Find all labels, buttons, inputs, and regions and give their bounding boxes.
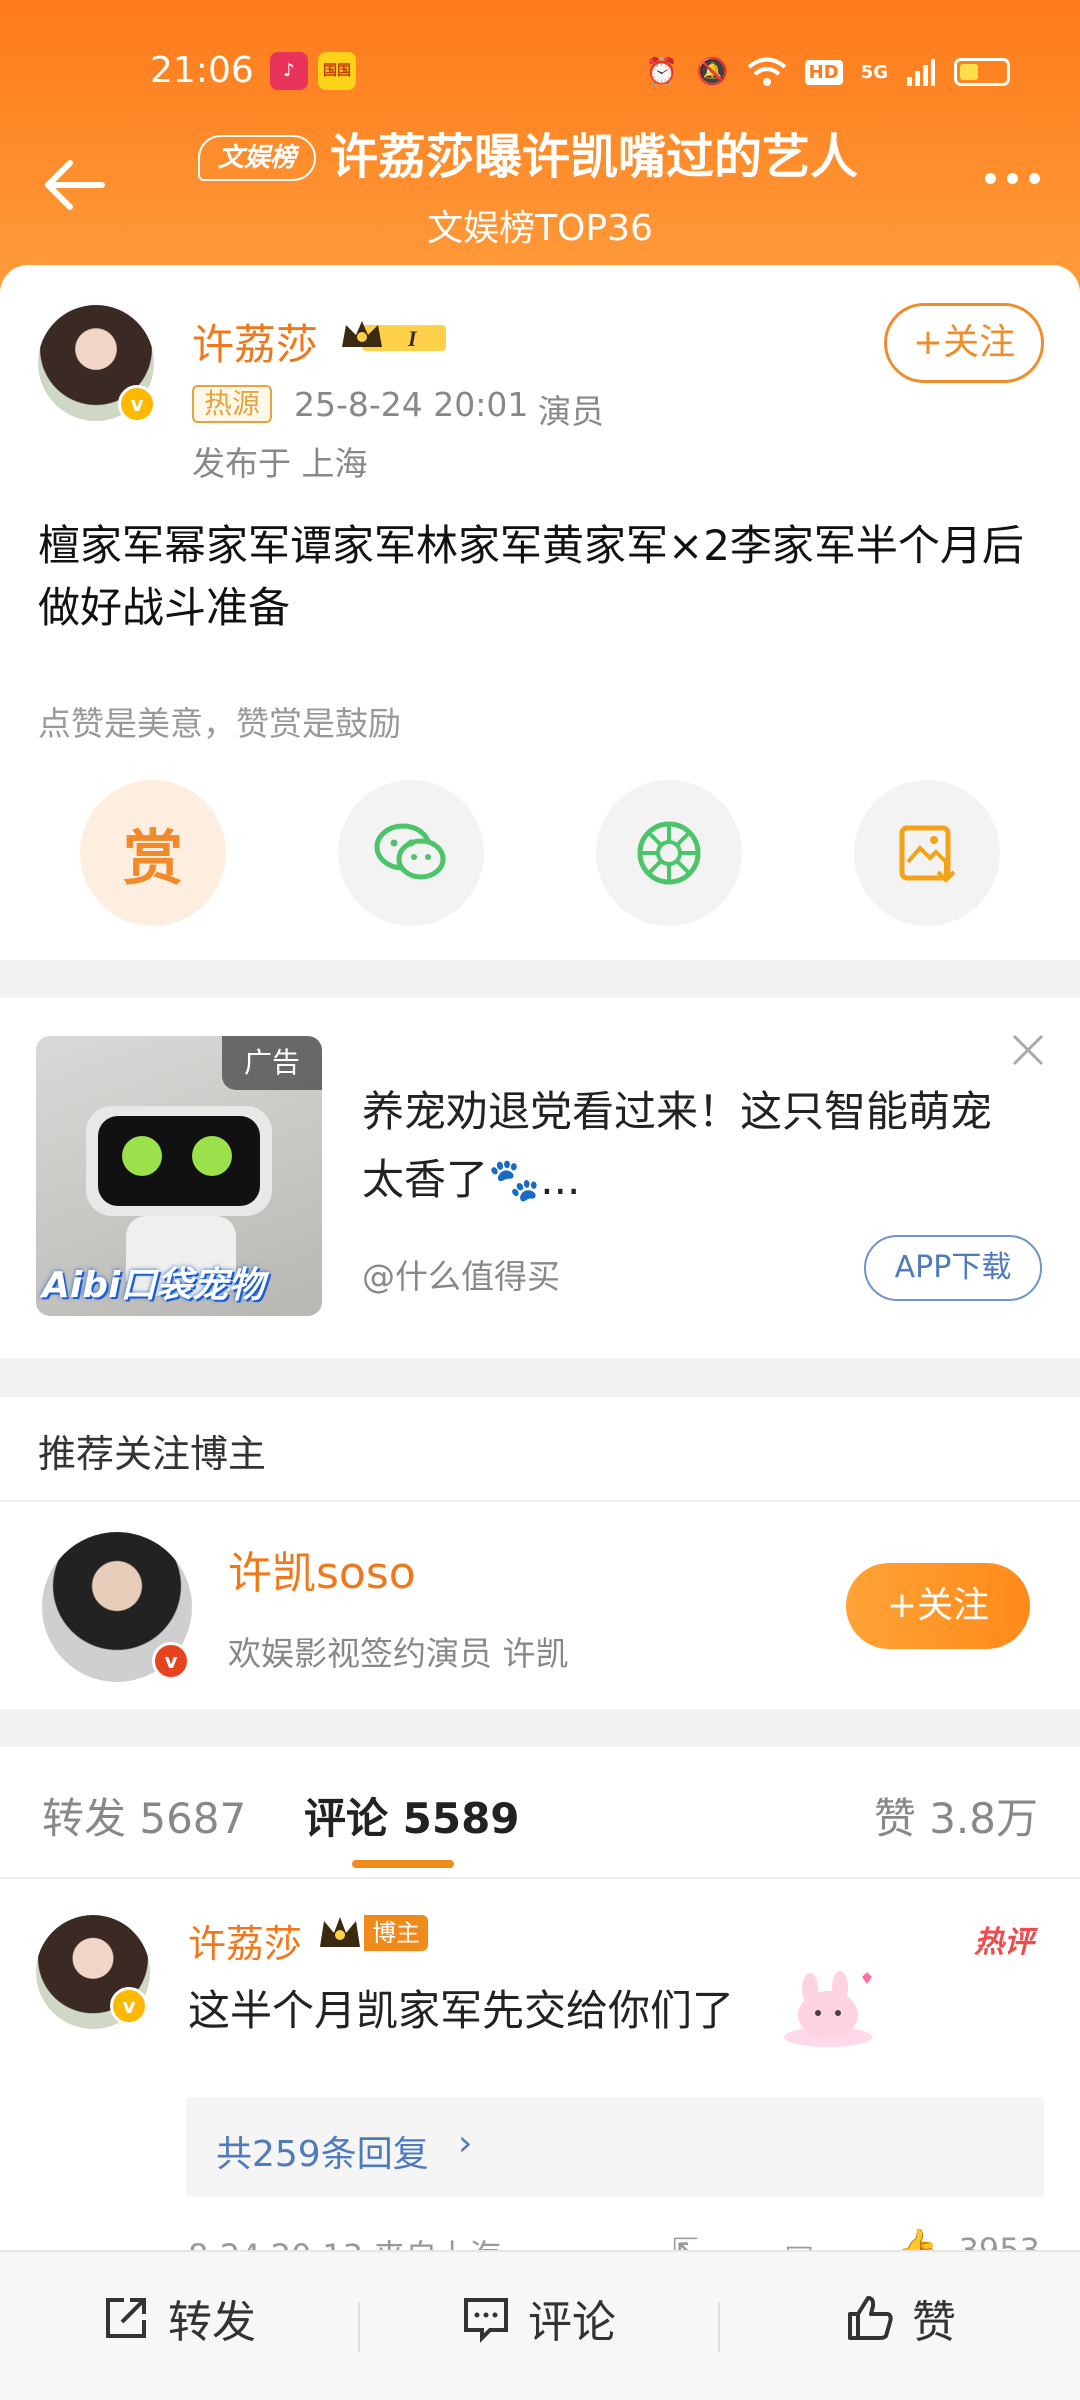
divider (358, 2302, 360, 2352)
tab-likes[interactable]: 赞 3.8万 (874, 1785, 1038, 1846)
moments-icon (637, 821, 701, 885)
recommend-card: 推荐关注博主 v 许凯soso 欢娱影视签约演员 许凯 +关注 (0, 1397, 1080, 1709)
like-label: 赞 (912, 2297, 956, 2348)
divider (0, 1500, 1080, 1502)
replies-box[interactable]: 共259条回复 › (186, 2097, 1044, 2197)
recommend-heading: 推荐关注博主 (38, 1432, 267, 1476)
ad-brand-logo: Aibi口袋宠物 (42, 1265, 265, 1306)
divider (718, 2302, 720, 2352)
header: 21:06 ♪ 国国 ⏰ 🔕 HD 5G 文娱榜 许荔莎曝许凯嘴过的艺人 文娱榜… (0, 0, 1080, 300)
divider (0, 1877, 1080, 1879)
signal-icon (907, 59, 935, 86)
ranking-tag: 文娱榜 (198, 135, 317, 181)
tab-repost[interactable]: 转发 5687 (42, 1785, 246, 1846)
more-icon[interactable] (985, 173, 1040, 184)
comment-author[interactable]: 许荔莎 (188, 1913, 302, 1968)
source-tag: 热源 (192, 385, 273, 423)
crown-rank-icon: I (342, 321, 446, 351)
author-role: 演员 (538, 392, 604, 431)
verified-badge-icon: v (118, 385, 156, 423)
svg-text:I: I (407, 326, 418, 351)
ad-label: 广告 (222, 1036, 322, 1090)
reward-icon: 赏 (123, 823, 183, 894)
comment-text[interactable]: 这半个月凯家军先交给你们了 (188, 1977, 734, 2038)
share-moments-button[interactable] (596, 780, 742, 926)
close-icon[interactable] (1010, 1032, 1046, 1068)
hd-icon: HD (804, 59, 843, 85)
repost-button[interactable]: 转发 (100, 2288, 256, 2348)
save-image-icon (899, 825, 956, 883)
repost-label: 转发 (168, 2297, 256, 2348)
verified-badge-icon: v (110, 1987, 148, 2025)
page-title: 许荔莎曝许凯嘴过的艺人 (330, 129, 859, 185)
recommend-name[interactable]: 许凯soso (228, 1537, 416, 1601)
app-download-button[interactable]: APP下载 (864, 1235, 1042, 1301)
tab-comments[interactable]: 评论 5589 (304, 1785, 520, 1846)
ad-title[interactable]: 养宠劝退党看过来！这只智能萌宠太香了🐾... (362, 1078, 1012, 1214)
ad-card[interactable]: 广告 Aibi口袋宠物 养宠劝退党看过来！这只智能萌宠太香了🐾... @什么值得… (0, 998, 1080, 1358)
comment-label: 评论 (528, 2297, 616, 2348)
robot-eye (122, 1136, 162, 1176)
page-subtitle[interactable]: 文娱榜TOP36 (0, 199, 1080, 251)
status-bar: 21:06 ♪ 国国 ⏰ 🔕 HD 5G (0, 48, 1080, 98)
signal-label: 5G (860, 61, 888, 83)
ad-image[interactable]: 广告 Aibi口袋宠物 (36, 1036, 322, 1316)
nav-bar: 文娱榜 许荔莎曝许凯嘴过的艺人 文娱榜TOP36 (0, 125, 1080, 255)
alarm-icon: ⏰ (645, 57, 679, 87)
tab-active-indicator (352, 1860, 454, 1868)
notification-app-icon: 国国 (318, 52, 356, 90)
mute-icon: 🔕 (696, 57, 729, 87)
author-tag: 博主 (364, 1915, 428, 1951)
verified-badge-icon: v (152, 1642, 190, 1680)
status-time: 21:06 (150, 50, 254, 91)
like-icon (848, 2296, 893, 2340)
status-icons: ⏰ 🔕 HD 5G (646, 52, 1010, 92)
bottom-action-bar: 转发 评论 赞 (0, 2250, 1080, 2400)
follow-button[interactable]: +关注 (846, 1563, 1030, 1649)
repost-icon (106, 2298, 146, 2338)
comment-icon (464, 2298, 508, 2343)
ad-source: @什么值得买 (362, 1257, 560, 1296)
post-location: 发布于 上海 (192, 444, 368, 483)
crown-icon (320, 1917, 360, 1947)
wifi-icon (747, 57, 786, 86)
post-body: 檀家军幂家军谭家军林家军黄家军×2李家军半个月后做好战斗准备 (38, 521, 1024, 632)
recommend-desc: 欢娱影视签约演员 许凯 (228, 1634, 569, 1673)
author-name[interactable]: 许荔莎 (192, 311, 318, 372)
battery-icon (954, 58, 1010, 86)
bunny-sticker-icon (784, 1971, 872, 2047)
post-timestamp: 25-8-24 20:01 (294, 385, 529, 424)
robot-eye (192, 1136, 232, 1176)
replies-link[interactable]: 共259条回复 (216, 2125, 429, 2177)
hot-comment-badge: 热评 (974, 1925, 1034, 1960)
chevron-right-icon: › (458, 2123, 473, 2164)
like-button[interactable]: 赞 (844, 2288, 956, 2348)
share-wechat-button[interactable] (338, 780, 484, 926)
comment-button[interactable]: 评论 (460, 2288, 616, 2348)
follow-button[interactable]: +关注 (884, 303, 1044, 383)
reward-button[interactable]: 赏 (80, 780, 226, 926)
wechat-icon (374, 823, 446, 880)
post-card: v 许荔莎 I +关注 热源 25-8-24 20:01 演员 发布于 上海 檀… (0, 265, 1080, 960)
reward-hint: 点赞是美意，赞赏是鼓励 (38, 704, 401, 743)
save-image-button[interactable] (854, 780, 1000, 926)
music-app-icon: ♪ (270, 52, 308, 90)
